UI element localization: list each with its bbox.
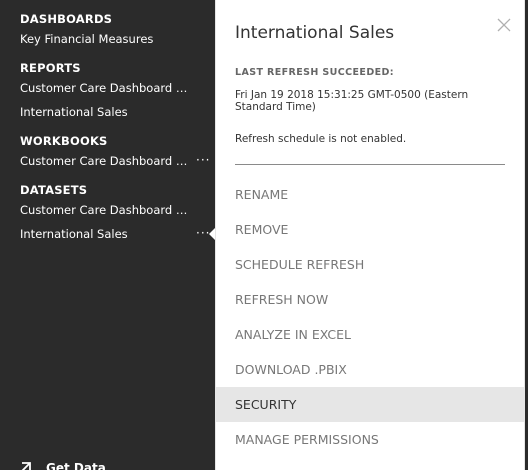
nav-item-dataset-customer-care[interactable]: Customer Care Dashboard Po... [20, 202, 190, 218]
section-header-reports: REPORTS [20, 61, 81, 75]
dataset-options-panel: International Sales LAST REFRESH SUCCEED… [216, 0, 524, 470]
nav-item-workbook-customer-care[interactable]: Customer Care Dashboard Po... [20, 153, 190, 169]
menu-item-remove[interactable]: REMOVE [216, 212, 524, 247]
menu-item-rename[interactable]: RENAME [216, 177, 524, 212]
last-refresh-label: LAST REFRESH SUCCEEDED: [235, 67, 394, 78]
flyout-pointer [209, 227, 216, 241]
arrow-up-right-icon [21, 462, 31, 470]
workbook-more-options-button[interactable]: ··· [196, 152, 210, 168]
nav-item-report-international-sales[interactable]: International Sales [20, 104, 190, 120]
app-root: DASHBOARDS Key Financial Measures REPORT… [0, 0, 528, 470]
close-icon[interactable] [497, 18, 511, 32]
section-header-datasets: DATASETS [20, 183, 88, 197]
menu-item-manage-permissions[interactable]: MANAGE PERMISSIONS [216, 422, 524, 457]
menu-item-security[interactable]: SECURITY [216, 387, 524, 422]
menu-item-analyze-in-excel[interactable]: ANALYZE IN EXCEL [216, 317, 524, 352]
nav-item-dataset-international-sales[interactable]: International Sales [20, 226, 190, 242]
panel-title: International Sales [235, 23, 395, 43]
nav-pane: DASHBOARDS Key Financial Measures REPORT… [0, 0, 216, 470]
menu-item-refresh-now[interactable]: REFRESH NOW [216, 282, 524, 317]
menu-item-download-pbix[interactable]: DOWNLOAD .PBIX [216, 352, 524, 387]
menu-item-schedule-refresh[interactable]: SCHEDULE REFRESH [216, 247, 524, 282]
nav-item-report-customer-care[interactable]: Customer Care Dashboard Po... [20, 80, 190, 96]
last-refresh-time: Fri Jan 19 2018 15:31:25 GMT-0500 (Easte… [235, 89, 469, 113]
get-data-button[interactable]: Get Data [18, 458, 106, 470]
divider [235, 164, 505, 165]
section-header-dashboards: DASHBOARDS [20, 12, 113, 26]
refresh-schedule-status: Refresh schedule is not enabled. [235, 133, 407, 145]
section-header-workbooks: WORKBOOKS [20, 134, 108, 148]
nav-item-key-financial-measures[interactable]: Key Financial Measures [20, 31, 190, 47]
get-data-label: Get Data [46, 461, 106, 470]
